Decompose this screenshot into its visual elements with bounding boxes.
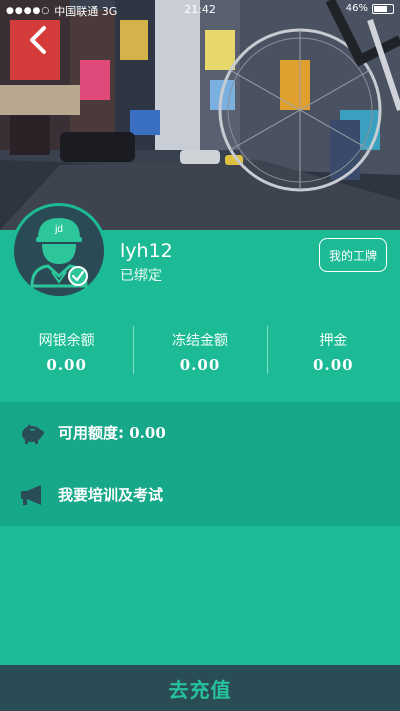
stat-value: 0.00 [313, 356, 354, 374]
stat-bank-balance: 网银余额 0.00 [0, 320, 133, 380]
stat-value: 0.00 [179, 356, 221, 374]
verified-badge [68, 266, 88, 286]
status-bar: ●●●●○ 中国联通 3G 21:42 46% [0, 0, 400, 18]
avatar-tag: jd [54, 224, 63, 235]
stat-frozen-amount: 冻结金额 0.00 [133, 320, 266, 380]
stat-label: 冻结金额 [171, 333, 228, 349]
my-badge-button[interactable]: 我的工牌 [319, 238, 387, 272]
back-arrow-icon [30, 26, 46, 54]
battery-percent: 46% [345, 3, 368, 14]
check-icon [71, 270, 85, 282]
training-exam-label: 我要培训及考试 [58, 486, 164, 504]
battery-icon [372, 3, 394, 14]
training-exam-row[interactable]: 我要培训及考试 [0, 464, 400, 526]
bind-status: 已绑定 [120, 268, 162, 284]
courier-avatar-icon: jd [30, 218, 88, 288]
piggy-bank-icon [22, 424, 44, 444]
avatar: jd [11, 203, 107, 299]
city-street-illustration [0, 0, 400, 230]
megaphone-icon [21, 485, 41, 505]
username: lyh12 [120, 240, 173, 262]
stat-value: 0.00 [46, 356, 87, 374]
available-credit-value: 0.00 [129, 424, 166, 442]
header-photo: ●●●●○ 中国联通 3G 21:42 46% [0, 0, 400, 230]
stat-deposit: 押金 0.00 [266, 320, 400, 380]
back-button[interactable] [22, 22, 58, 58]
stat-label: 押金 [319, 333, 348, 349]
recharge-button[interactable]: 去充值 [0, 665, 400, 711]
balance-stats: 网银余额 0.00 冻结金额 0.00 押金 0.00 [0, 320, 400, 380]
clock: 21:42 [184, 3, 216, 16]
available-credit-row[interactable]: 可用额度: 0.00 [0, 402, 400, 464]
stat-label: 网银余额 [38, 333, 95, 349]
available-credit-label: 可用额度: [58, 424, 124, 442]
available-credit-text: 可用额度: 0.00 [58, 422, 166, 443]
